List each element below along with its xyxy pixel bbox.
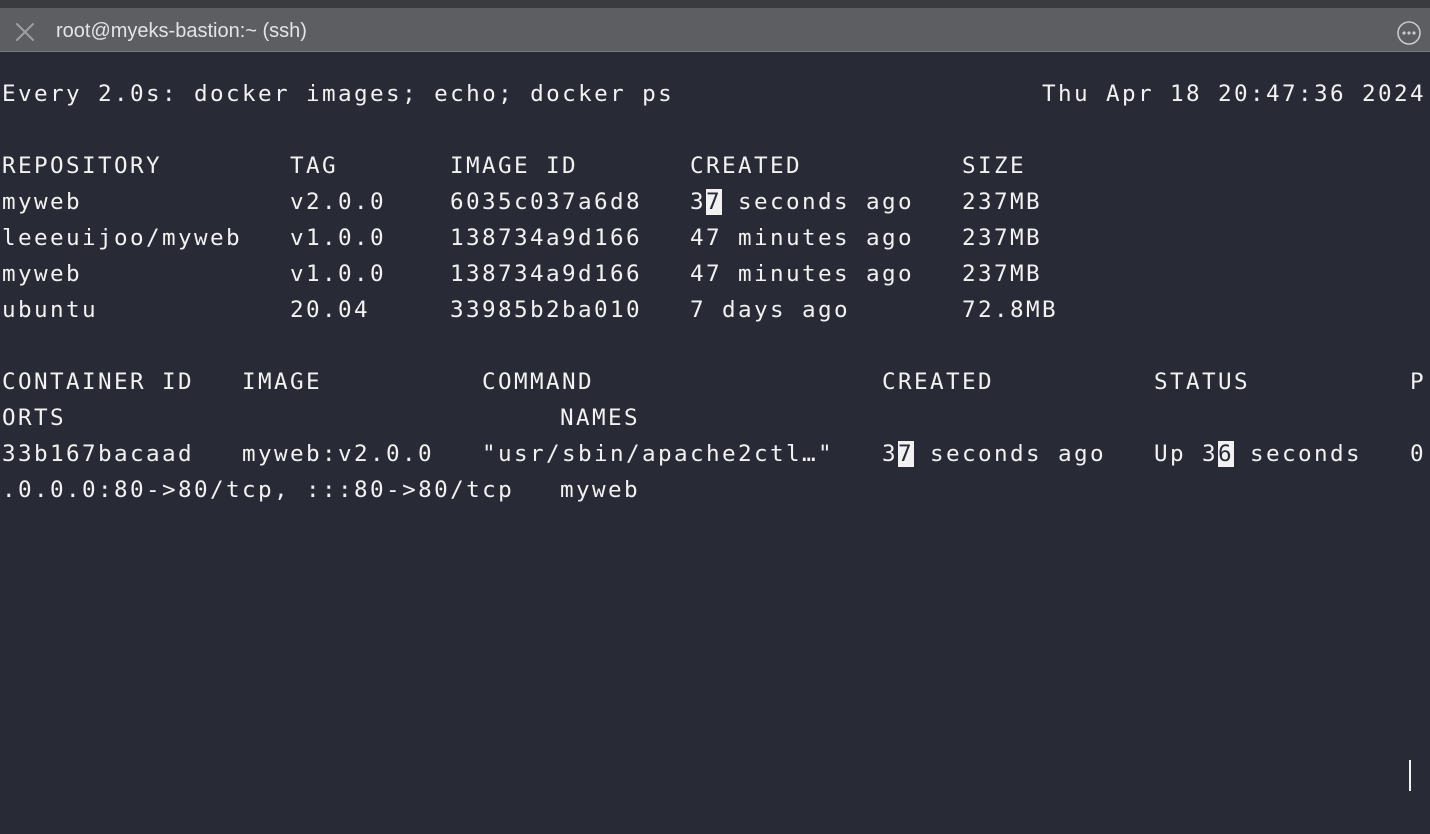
image-repository: myweb [2,261,83,287]
created-changed-char: 7 [898,441,915,467]
image-id: 138734a9d166 [450,261,643,287]
col-header-repository: REPOSITORY [2,153,163,179]
col-header-status: STATUS [1154,369,1251,395]
col-header-image: IMAGE [242,369,323,395]
image-tag: v1.0.0 [290,225,387,251]
container-names: myweb [560,477,641,503]
images-header-row: REPOSITORY TAG IMAGE ID CREATED SIZE [2,148,1024,184]
container-command: "usr/sbin/apache2ctl…" [482,441,835,467]
close-icon[interactable] [12,20,38,44]
window-top-strip [0,0,1430,8]
container-status: Up 36 seconds [1154,436,1362,472]
image-created: 47 minutes ago [690,225,915,251]
window-title[interactable]: root@myeks-bastion:~ (ssh) [56,8,307,52]
image-created: 47 minutes ago [690,261,915,287]
image-repository: leeeuijoo/myweb [2,225,243,251]
image-repository: myweb [2,189,83,215]
col-header-image-id: IMAGE ID [450,153,579,179]
created-text-part: seconds ago [914,441,1107,467]
terminal-output[interactable]: Every 2.0s: docker images; echo; docker … [0,53,1430,834]
table-row: ubuntu 20.04 33985b2ba010 7 days ago 72.… [2,292,1056,328]
tab-bar: root@myeks-bastion:~ (ssh) [0,8,1430,52]
col-header-names: NAMES [560,405,641,431]
status-text-part: seconds [1234,441,1363,467]
watch-command: Every 2.0s: docker images; echo; docker … [2,81,675,107]
image-created: 37 seconds ago [690,184,914,220]
image-id: 33985b2ba010 [450,297,643,323]
table-row: 33b167bacaad myweb:v2.0.0 "usr/sbin/apac… [2,436,1424,472]
table-row: myweb v1.0.0 138734a9d166 47 minutes ago… [2,256,1040,292]
col-header-ports-rest: ORTS [2,405,67,431]
image-repository: ubuntu [2,297,99,323]
image-tag: v2.0.0 [290,189,387,215]
status-text-part: Up 3 [1154,441,1219,467]
container-ports-rest: .0.0.0:80->80/tcp, :::80->80/tcp [2,477,515,503]
image-tag: 20.04 [290,297,371,323]
image-id: 138734a9d166 [450,225,643,251]
containers-header-row-wrap: ORTS NAMES [2,400,638,436]
containers-header-row: CONTAINER ID IMAGE COMMAND CREATED STATU… [2,364,1424,400]
image-size: 237MB [962,189,1043,215]
image-size: 72.8MB [962,297,1059,323]
col-header-tag: TAG [290,153,339,179]
created-text-part: 3 [690,189,707,215]
col-header-container-id: CONTAINER ID [2,369,195,395]
image-size: 237MB [962,261,1043,287]
created-text-part: 3 [882,441,899,467]
col-header-created: CREATED [690,153,803,179]
watch-timestamp: Thu Apr 18 20:47:36 2024 [1041,81,1426,107]
col-header-ports-start: P [1410,369,1427,395]
container-image: myweb:v2.0.0 [242,441,435,467]
col-header-size: SIZE [962,153,1027,179]
image-size: 237MB [962,225,1043,251]
table-row: myweb v2.0.0 6035c037a6d8 37 seconds ago… [2,184,1040,220]
table-row: leeeuijoo/myweb v1.0.0 138734a9d166 47 m… [2,220,1040,256]
created-changed-char: 7 [706,189,723,215]
status-changed-char: 6 [1218,441,1235,467]
container-created: 37 seconds ago [882,436,1106,472]
more-options-icon[interactable] [1396,20,1422,46]
terminal-cursor [1409,760,1411,791]
image-id: 6035c037a6d8 [450,189,643,215]
image-created: 7 days ago [690,297,851,323]
created-text-part: seconds ago [722,189,915,215]
image-tag: v1.0.0 [290,261,387,287]
col-header-command: COMMAND [482,369,595,395]
table-row-wrap: .0.0.0:80->80/tcp, :::80->80/tcp myweb [2,472,638,508]
container-ports-start: 0 [1410,441,1427,467]
col-header-created: CREATED [882,369,995,395]
container-id: 33b167bacaad [2,441,195,467]
